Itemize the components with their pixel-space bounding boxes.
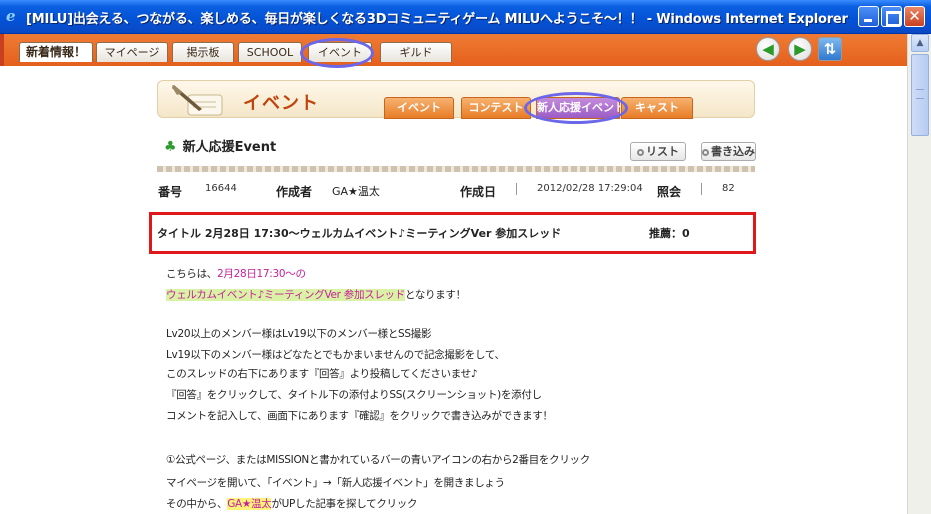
vertical-scrollbar[interactable]: ▲ (907, 34, 931, 514)
window-title: [MILU]出会える、つながる、楽しめる、毎日が楽しくなる3Dコミュニティゲーム… (26, 12, 848, 27)
write-button-label: 書き込み (711, 145, 755, 158)
post-line-10-author: GA★温太 (227, 498, 272, 510)
tab-school[interactable]: SCHOOL (238, 42, 302, 62)
subtab-contest[interactable]: コンテスト (461, 97, 531, 119)
post-title: タイトル 2月28日 17:30～ウェルカムイベント♪ミーティングVer 参加ス… (157, 227, 562, 240)
post-line-2-highlight: ウェルカムイベント♪ミーティングVer 参加スレッド (166, 289, 405, 301)
forward-arrow-icon: ▶ (794, 40, 806, 58)
post-line-7: コメントを記入して、画面下にあります『確認』をクリックで書き込みができます！ (166, 410, 553, 422)
post-line-5: このスレッドの右下にあります『回答』より投稿してくださいませ♪ (166, 368, 478, 380)
minimize-button[interactable] (858, 6, 879, 27)
scroll-thumb[interactable] (911, 54, 929, 136)
window-titlebar: e [MILU]出会える、つながる、楽しめる、毎日が楽しくなる3Dコミュニティゲ… (0, 0, 931, 34)
list-button-label: リスト (646, 145, 679, 158)
post-line-1-date: 2月28日17:30～の (217, 268, 306, 280)
banner-title: イベント (243, 93, 319, 114)
scroll-up-button[interactable]: ▲ (911, 34, 929, 52)
recommend-count: 推薦：0 (649, 227, 690, 240)
post-line-1-pre: こちらは、 (166, 268, 217, 280)
circle-icon (702, 149, 709, 156)
views-value: 82 (722, 183, 735, 194)
date-label: 作成日 (460, 185, 497, 199)
section-title: ♣ 新人応援Event (164, 136, 276, 155)
tab-news[interactable]: 新着情報！ (19, 42, 93, 62)
section-title-text: 新人応援Event (182, 140, 277, 155)
minimize-icon (859, 7, 878, 26)
post-line-10-post: がUPした記事を探してクリック (271, 498, 418, 510)
post-line-10-pre: その中から、 (166, 498, 228, 510)
sprout-icon: ♣ (164, 139, 177, 155)
subtab-newcomer-event[interactable]: 新人応援イベント (536, 97, 625, 119)
tab-guild[interactable]: ギルド (380, 42, 452, 62)
subtab-event[interactable]: イベント (384, 97, 454, 119)
tab-board[interactable]: 掲示板 (172, 42, 234, 62)
post-line-9: マイページを開いて、「イベント」→「新人応援イベント」を開きましょう (166, 477, 505, 489)
back-button[interactable]: ◀ (756, 37, 780, 61)
author-value: GA★温太 (332, 185, 380, 198)
tab-event[interactable]: イベント (308, 42, 372, 62)
post-line-1: こちらは、2月28日17:30～の (166, 266, 306, 281)
ie-icon: e (6, 7, 16, 25)
views-label: 照会 (657, 185, 682, 199)
post-line-2-post: となります！ (404, 289, 466, 301)
post-line-3: Lv20以上のメンバー様はLv19以下のメンバー様とSS撮影 (166, 328, 432, 340)
post-line-6: 『回答』をクリックして、タイトル下の添付よりSS(スクリーンショット)を添付し (166, 389, 542, 401)
list-button[interactable]: リスト (630, 142, 686, 161)
post-line-2: ウェルカムイベント♪ミーティングVer 参加スレッドとなります！ (166, 287, 466, 302)
post-title-box: タイトル 2月28日 17:30～ウェルカムイベント♪ミーティングVer 参加ス… (149, 212, 756, 254)
event-banner: イベント イベント コンテスト 新人応援イベント キャスト (157, 80, 755, 119)
section-divider (157, 166, 755, 172)
refresh-button[interactable]: ⇅ (818, 37, 842, 61)
post-line-4: Lv19以下のメンバー様はどなたとでもかまいませんので記念撮影をして、 (166, 349, 505, 361)
write-button[interactable]: 書き込み (701, 142, 756, 161)
chevron-up-icon: ▲ (916, 38, 924, 48)
author-label: 作成者 (276, 185, 313, 199)
date-separator (516, 183, 517, 195)
maximize-icon (882, 7, 901, 26)
number-label: 番号 (158, 185, 183, 199)
close-icon: ✕ (908, 7, 921, 25)
circle-icon (637, 149, 644, 156)
subtab-cast[interactable]: キャスト (621, 97, 693, 119)
maximize-button[interactable] (881, 6, 902, 27)
close-button[interactable]: ✕ (904, 6, 925, 27)
back-arrow-icon: ◀ (762, 40, 774, 58)
post-line-10: その中から、GA★温太がUPした記事を探してクリック (166, 496, 417, 511)
refresh-icon: ⇅ (823, 40, 837, 58)
forward-button[interactable]: ▶ (788, 37, 812, 61)
post-line-8: ①公式ページ、またはMISSIONと書かれているバーの青いアイコンの右から2番目… (166, 454, 590, 466)
tab-mypage[interactable]: マイページ (96, 42, 168, 62)
date-value: 2012/02/28 17:29:04 (537, 183, 643, 194)
quill-scroll-icon (172, 85, 223, 116)
views-separator (701, 183, 702, 195)
number-value: 16644 (205, 183, 237, 194)
